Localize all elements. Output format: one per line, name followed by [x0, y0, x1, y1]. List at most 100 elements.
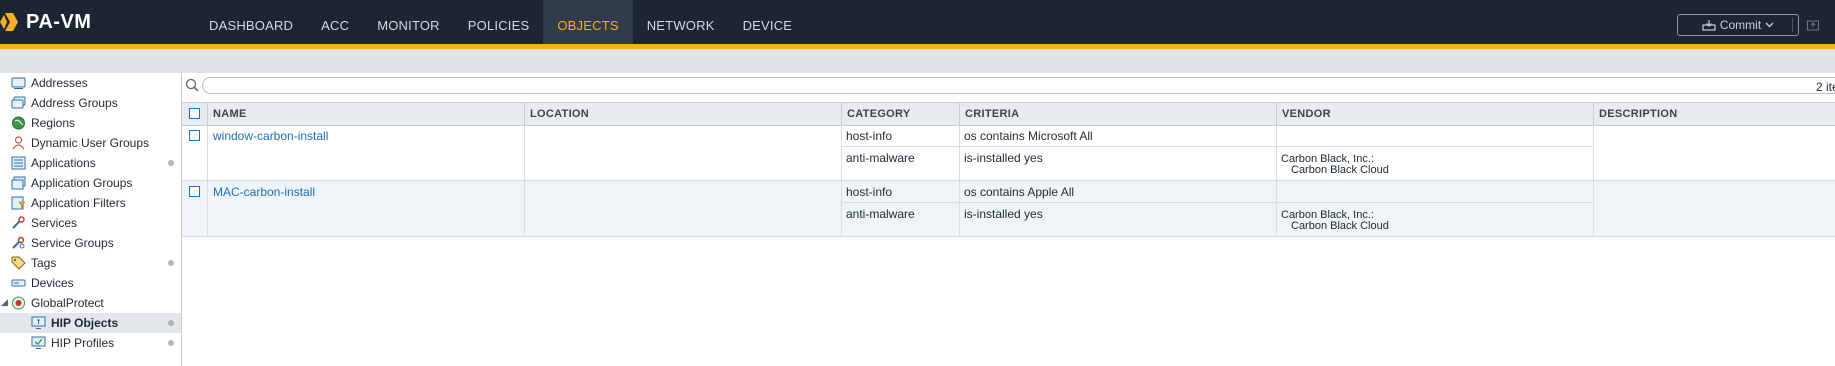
- search-icon: [185, 78, 199, 92]
- override-dot-icon: [168, 340, 174, 346]
- entry-divider: [841, 202, 1593, 203]
- column-divider: [959, 181, 960, 236]
- sidebar-item-service-groups[interactable]: Service Groups: [0, 233, 181, 253]
- table-row[interactable]: MAC-carbon-install host-info os contains…: [182, 181, 1835, 237]
- sidebar-item-application-filters[interactable]: Application Filters: [0, 193, 181, 213]
- vendor-product-cell: Carbon Black Cloud: [1291, 220, 1389, 232]
- nav-device[interactable]: DEVICE: [729, 0, 807, 44]
- globalprotect-icon: [12, 296, 25, 310]
- override-dot-icon: [168, 320, 174, 326]
- hip-profiles-icon: [31, 336, 46, 349]
- address-groups-icon: [11, 96, 26, 109]
- chevron-down-icon: [1765, 22, 1774, 28]
- entry-divider: [841, 146, 1593, 147]
- criteria-cell: os contains Microsoft All: [964, 129, 1093, 143]
- sidebar-label: Applications: [31, 156, 96, 170]
- column-divider: [1276, 181, 1277, 236]
- service-groups-icon: [12, 236, 25, 249]
- sidebar-label: Address Groups: [31, 96, 118, 110]
- sidebar-label: GlobalProtect: [31, 296, 104, 310]
- commit-button[interactable]: Commit: [1677, 14, 1799, 36]
- sidebar-item-devices[interactable]: Devices: [0, 273, 181, 293]
- hip-objects-icon: [31, 316, 46, 329]
- row-checkbox[interactable]: [189, 186, 200, 197]
- sidebar-label: HIP Objects: [51, 316, 119, 330]
- sidebar-item-hip-objects[interactable]: HIP Objects: [0, 313, 181, 333]
- nav-network[interactable]: NETWORK: [633, 0, 729, 44]
- sidebar-item-application-groups[interactable]: Application Groups: [0, 173, 181, 193]
- category-cell: anti-malware: [846, 207, 915, 221]
- services-icon: [12, 216, 25, 229]
- nav-policies[interactable]: POLICIES: [454, 0, 544, 44]
- logo-text: PA-VM: [26, 10, 92, 33]
- table-header: NAME LOCATION CATEGORY CRITERIA VENDOR D…: [182, 102, 1835, 126]
- addresses-icon: [11, 77, 26, 89]
- column-header-description[interactable]: DESCRIPTION: [1593, 103, 1835, 125]
- column-divider: [959, 125, 960, 180]
- sidebar-item-dynamic-user-groups[interactable]: Dynamic User Groups: [0, 133, 181, 153]
- sidebar-label: Application Filters: [31, 196, 126, 210]
- nav-acc[interactable]: ACC: [307, 0, 363, 44]
- objects-sidebar: Addresses Address Groups Regions Dynamic…: [0, 73, 182, 366]
- override-dot-icon: [168, 160, 174, 166]
- sidebar-label: Devices: [31, 276, 74, 290]
- column-divider: [1593, 181, 1594, 236]
- sidebar-label: Addresses: [31, 76, 88, 90]
- nav-monitor[interactable]: MONITOR: [363, 0, 454, 44]
- criteria-cell: os contains Apple All: [964, 185, 1075, 199]
- devices-icon: [11, 279, 26, 287]
- tags-icon: [11, 256, 26, 270]
- sidebar-label: HIP Profiles: [51, 336, 115, 350]
- toolbar-divider: [1792, 18, 1793, 32]
- sidebar-label: Regions: [31, 116, 76, 130]
- sidebar-item-globalprotect[interactable]: ◢ GlobalProtect: [0, 293, 181, 313]
- column-header-vendor[interactable]: VENDOR: [1276, 103, 1593, 125]
- hip-object-name-link[interactable]: window-carbon-install: [213, 129, 328, 143]
- pa-logo-icon: [0, 13, 18, 31]
- nav-objects[interactable]: OBJECTS: [543, 0, 633, 44]
- dynamic-user-groups-icon: [12, 136, 25, 150]
- criteria-cell: is-installed yes: [964, 207, 1043, 221]
- category-cell: anti-malware: [846, 151, 915, 165]
- commit-icon: [1702, 20, 1716, 31]
- main-content: 2 items NAME LOCATION CATEGORY CRITERIA …: [182, 73, 1835, 366]
- select-all-checkbox[interactable]: [189, 108, 200, 119]
- column-header-location[interactable]: LOCATION: [524, 103, 841, 125]
- column-divider: [1593, 125, 1594, 180]
- config-lock-icon[interactable]: [1806, 17, 1820, 31]
- commit-label: Commit: [1719, 18, 1762, 32]
- nav-dashboard[interactable]: DASHBOARD: [195, 0, 307, 44]
- items-count: 2 items: [1816, 80, 1835, 94]
- search-input[interactable]: [202, 77, 1835, 94]
- logo: PA-VM: [0, 11, 91, 33]
- application-filters-icon: [11, 196, 26, 210]
- sidebar-item-hip-profiles[interactable]: HIP Profiles: [0, 333, 181, 353]
- table-row[interactable]: window-carbon-install host-info os conta…: [182, 125, 1835, 181]
- column-divider: [524, 181, 525, 236]
- expand-caret-icon[interactable]: ◢: [1, 297, 8, 308]
- regions-icon: [12, 116, 25, 130]
- applications-icon: [11, 156, 26, 170]
- row-checkbox[interactable]: [189, 130, 200, 141]
- sidebar-item-applications[interactable]: Applications: [0, 153, 181, 173]
- sidebar-label: Services: [31, 216, 78, 230]
- sidebar-item-tags[interactable]: Tags: [0, 253, 181, 273]
- criteria-cell: is-installed yes: [964, 151, 1043, 165]
- hip-object-name-link[interactable]: MAC-carbon-install: [213, 185, 315, 199]
- column-divider: [841, 181, 842, 236]
- application-groups-icon: [11, 176, 26, 190]
- top-nav-bar: PA-VM DASHBOARD ACC MONITOR POLICIES OBJ…: [0, 0, 1835, 44]
- sidebar-item-services[interactable]: Services: [0, 213, 181, 233]
- main-nav: DASHBOARD ACC MONITOR POLICIES OBJECTS N…: [195, 0, 806, 44]
- sidebar-label: Dynamic User Groups: [31, 136, 150, 150]
- sidebar-item-regions[interactable]: Regions: [0, 113, 181, 133]
- column-header-criteria[interactable]: CRITERIA: [959, 103, 1276, 125]
- category-cell: host-info: [846, 185, 893, 199]
- column-divider: [207, 125, 208, 180]
- sidebar-item-address-groups[interactable]: Address Groups: [0, 93, 181, 113]
- column-header-category[interactable]: CATEGORY: [841, 103, 959, 125]
- column-header-name[interactable]: NAME: [207, 103, 524, 125]
- category-cell: host-info: [846, 129, 893, 143]
- sidebar-item-addresses[interactable]: Addresses: [0, 73, 181, 93]
- column-divider: [207, 181, 208, 236]
